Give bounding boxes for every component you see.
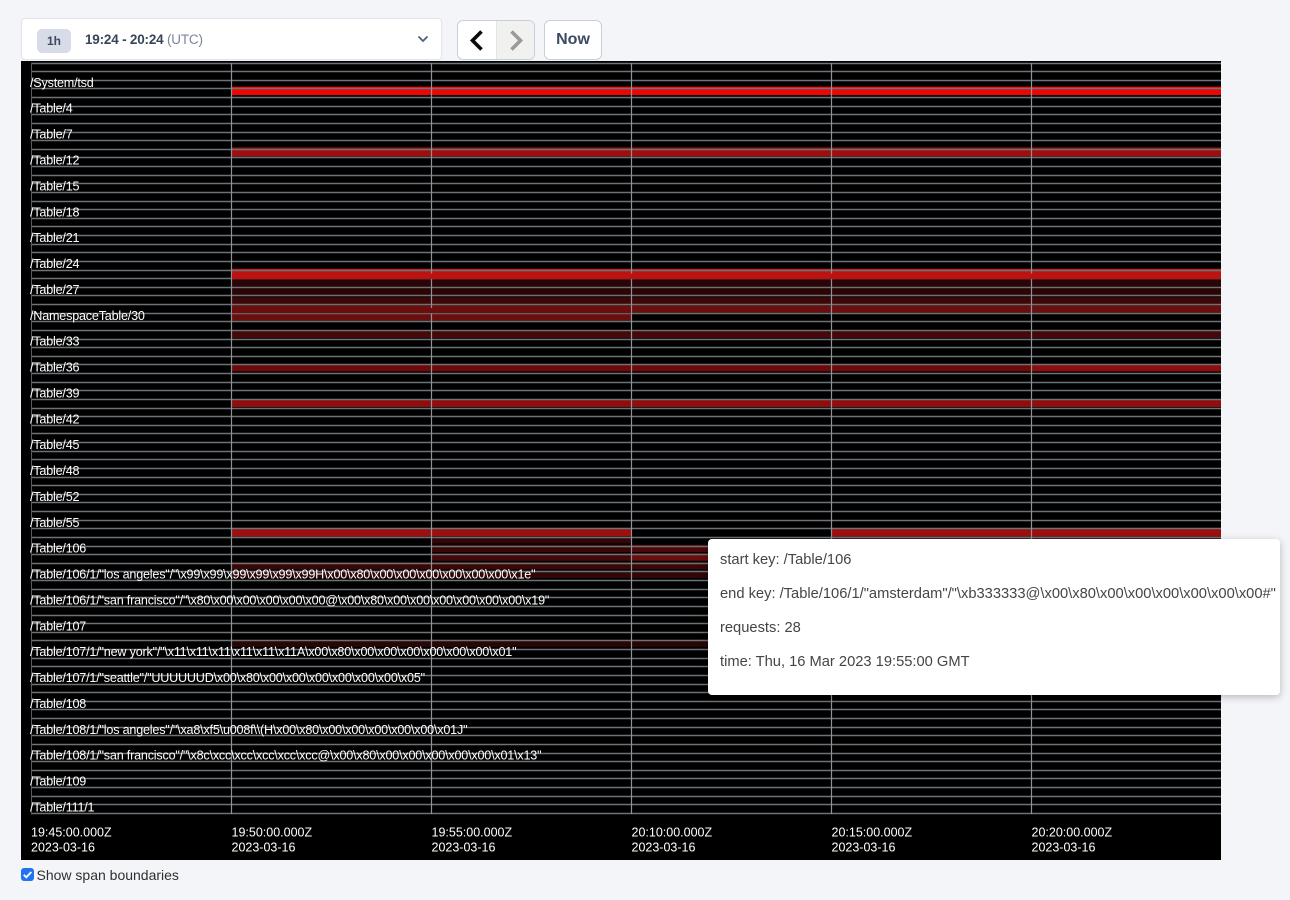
svg-text:/Table/24: /Table/24	[30, 257, 80, 271]
svg-text:2023-03-16: 2023-03-16	[632, 840, 696, 854]
svg-text:/Table/4: /Table/4	[30, 102, 73, 116]
svg-text:/Table/15: /Table/15	[30, 179, 80, 193]
svg-text:/Table/106/1/"los angeles"/"\x: /Table/106/1/"los angeles"/"\x99\x99\x99…	[30, 568, 535, 582]
svg-text:/Table/48: /Table/48	[30, 464, 80, 478]
svg-text:19:50:00.000Z: 19:50:00.000Z	[232, 825, 313, 839]
svg-text:2023-03-16: 2023-03-16	[1032, 840, 1096, 854]
svg-text:2023-03-16: 2023-03-16	[31, 840, 95, 854]
svg-text:/Table/36: /Table/36	[30, 361, 80, 375]
svg-text:20:20:00.000Z: 20:20:00.000Z	[1032, 825, 1113, 839]
svg-text:/Table/55: /Table/55	[30, 516, 80, 530]
svg-text:/Table/108: /Table/108	[30, 697, 86, 711]
svg-text:/Table/12: /Table/12	[30, 153, 80, 167]
svg-text:/Table/106/1/"san francisco"/": /Table/106/1/"san francisco"/"\x80\x00\x…	[30, 593, 549, 607]
svg-text:/Table/107/1/"seattle"/"UUUUUU: /Table/107/1/"seattle"/"UUUUUUD\x00\x80\…	[30, 671, 425, 685]
svg-text:19:45:00.000Z: 19:45:00.000Z	[31, 825, 112, 839]
svg-text:/Table/33: /Table/33	[30, 335, 80, 349]
svg-text:/Table/108/1/"los angeles"/"\x: /Table/108/1/"los angeles"/"\xa8\xf5\u00…	[30, 723, 467, 737]
svg-text:/System/tsd: /System/tsd	[30, 76, 94, 90]
svg-text:/Table/7: /Table/7	[30, 128, 73, 142]
svg-text:/Table/21: /Table/21	[30, 231, 80, 245]
svg-text:20:15:00.000Z: 20:15:00.000Z	[832, 825, 913, 839]
svg-text:19:55:00.000Z: 19:55:00.000Z	[432, 825, 513, 839]
svg-text:/Table/107: /Table/107	[30, 619, 86, 633]
svg-text:/Table/42: /Table/42	[30, 412, 80, 426]
svg-text:/Table/106: /Table/106	[30, 542, 86, 556]
svg-text:/Table/109: /Table/109	[30, 775, 86, 789]
svg-text:2023-03-16: 2023-03-16	[832, 840, 896, 854]
svg-text:2023-03-16: 2023-03-16	[232, 840, 296, 854]
svg-text:/Table/27: /Table/27	[30, 283, 80, 297]
svg-text:2023-03-16: 2023-03-16	[432, 840, 496, 854]
svg-text:/Table/111/1: /Table/111/1	[30, 800, 95, 814]
svg-text:/NamespaceTable/30: /NamespaceTable/30	[30, 309, 145, 323]
svg-text:/Table/108/1/"san francisco"/": /Table/108/1/"san francisco"/"\x8c\xcc\x…	[30, 749, 541, 763]
svg-text:/Table/107/1/"new york"/"\x11\: /Table/107/1/"new york"/"\x11\x11\x11\x1…	[30, 645, 516, 659]
svg-text:/Table/18: /Table/18	[30, 205, 80, 219]
svg-text:/Table/39: /Table/39	[30, 386, 80, 400]
svg-text:20:10:00.000Z: 20:10:00.000Z	[632, 825, 713, 839]
svg-text:/Table/45: /Table/45	[30, 438, 80, 452]
svg-text:/Table/52: /Table/52	[30, 490, 80, 504]
